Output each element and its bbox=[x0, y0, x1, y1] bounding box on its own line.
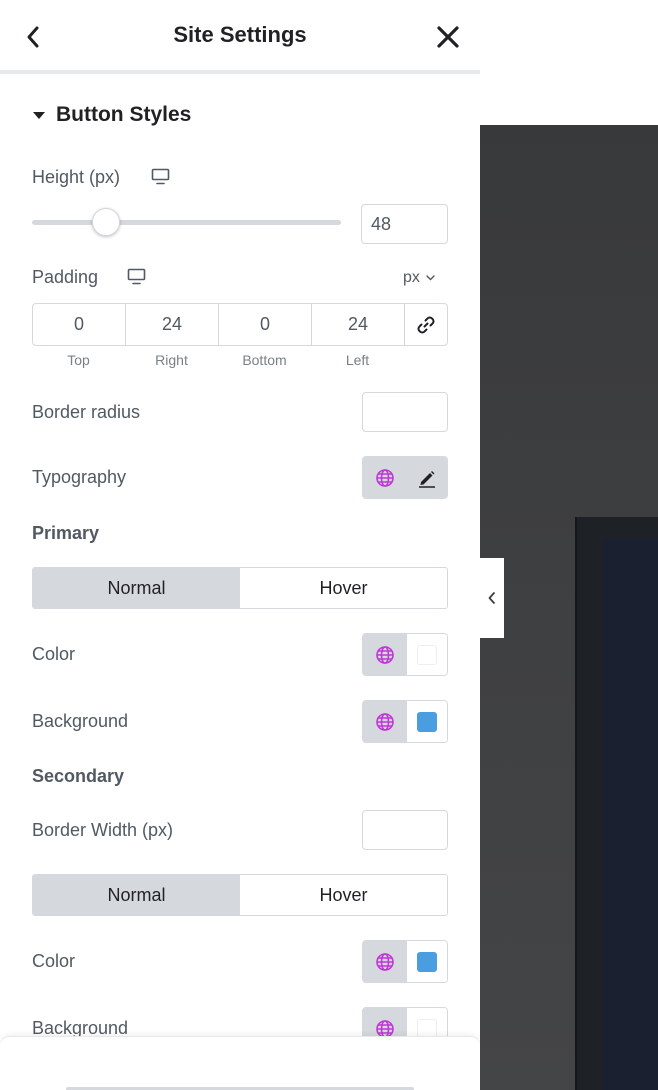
primary-color-label: Color bbox=[32, 644, 76, 664]
primary-background-picker[interactable] bbox=[407, 701, 447, 742]
panel-header: Site Settings bbox=[0, 0, 480, 74]
padding-right-label: Right bbox=[155, 352, 188, 368]
primary-title: Primary bbox=[32, 523, 100, 543]
section-title: Button Styles bbox=[56, 103, 192, 126]
collapse-chevron-icon bbox=[488, 592, 495, 604]
typography-controls bbox=[362, 456, 448, 499]
primary-background-controls bbox=[362, 700, 448, 743]
primary-color-swatch bbox=[417, 644, 437, 665]
typography-edit-button[interactable] bbox=[407, 457, 447, 498]
primary-background-global-button[interactable] bbox=[363, 701, 407, 742]
height-value: 48 bbox=[371, 213, 392, 234]
padding-bottom-input[interactable]: 0 bbox=[219, 304, 312, 345]
desktop-icon[interactable] bbox=[151, 168, 170, 190]
primary-state-tabs: Normal Hover bbox=[32, 567, 448, 609]
close-button[interactable] bbox=[432, 20, 464, 54]
border-width-input[interactable] bbox=[362, 810, 448, 850]
padding-label: Padding bbox=[32, 267, 99, 287]
primary-color-controls bbox=[362, 633, 448, 676]
typography-global-button[interactable] bbox=[363, 457, 407, 498]
back-button[interactable] bbox=[18, 20, 48, 54]
primary-color-picker[interactable] bbox=[407, 634, 447, 675]
primary-background-label: Background bbox=[32, 711, 129, 731]
tab-hover[interactable]: Hover bbox=[240, 875, 447, 915]
secondary-color-swatch bbox=[417, 951, 437, 972]
height-slider-handle[interactable] bbox=[92, 208, 121, 236]
padding-unit-select[interactable]: px bbox=[403, 268, 435, 288]
tab-hover[interactable]: Hover bbox=[240, 568, 447, 608]
link-values-button[interactable] bbox=[405, 304, 447, 345]
tab-normal[interactable]: Normal bbox=[33, 875, 240, 915]
collapse-panel-button[interactable] bbox=[480, 558, 504, 638]
site-settings-panel: Site Settings Button Styles Height (px) … bbox=[0, 0, 480, 1090]
secondary-state-tabs: Normal Hover bbox=[32, 874, 448, 916]
border-radius-input[interactable] bbox=[362, 392, 448, 432]
secondary-color-picker[interactable] bbox=[407, 941, 447, 982]
link-icon bbox=[417, 316, 435, 333]
preview-device-screen bbox=[603, 539, 658, 1090]
padding-top-label: Top bbox=[67, 352, 90, 368]
secondary-title: Secondary bbox=[32, 766, 125, 786]
padding-top-input[interactable]: 0 bbox=[33, 304, 126, 345]
pencil-icon bbox=[419, 470, 435, 488]
globe-icon bbox=[376, 952, 394, 971]
secondary-color-controls bbox=[362, 940, 448, 983]
desktop-icon[interactable] bbox=[127, 268, 146, 290]
close-icon bbox=[437, 26, 459, 48]
padding-right-input[interactable]: 24 bbox=[126, 304, 219, 345]
padding-unit-value: px bbox=[403, 269, 420, 286]
border-radius-label: Border radius bbox=[32, 402, 141, 422]
panel-footer bbox=[0, 1036, 480, 1090]
height-input[interactable]: 48 bbox=[361, 204, 448, 244]
padding-left-input[interactable]: 24 bbox=[312, 304, 405, 345]
preview-canvas bbox=[480, 0, 658, 1090]
back-chevron-icon bbox=[27, 26, 39, 48]
border-width-label: Border Width (px) bbox=[32, 820, 174, 840]
height-slider-track[interactable] bbox=[32, 220, 341, 225]
globe-icon bbox=[376, 468, 394, 487]
height-label: Height (px) bbox=[32, 167, 121, 187]
padding-bottom-label: Bottom bbox=[242, 352, 287, 368]
chevron-down-icon bbox=[426, 275, 435, 281]
secondary-color-label: Color bbox=[32, 951, 76, 971]
secondary-color-global-button[interactable] bbox=[363, 941, 407, 982]
globe-icon bbox=[376, 712, 394, 731]
primary-background-swatch bbox=[417, 711, 437, 732]
globe-icon bbox=[376, 645, 394, 664]
typography-label: Typography bbox=[32, 467, 127, 487]
section-toggle-button-styles[interactable]: Button Styles bbox=[32, 100, 191, 130]
preview-device-frame bbox=[575, 517, 658, 1090]
panel-title: Site Settings bbox=[173, 22, 307, 47]
padding-left-label: Left bbox=[345, 352, 370, 368]
tab-normal[interactable]: Normal bbox=[33, 568, 240, 608]
primary-color-global-button[interactable] bbox=[363, 634, 407, 675]
caret-down-icon bbox=[33, 112, 45, 119]
padding-dimensions: 0 24 0 24 bbox=[32, 303, 448, 346]
